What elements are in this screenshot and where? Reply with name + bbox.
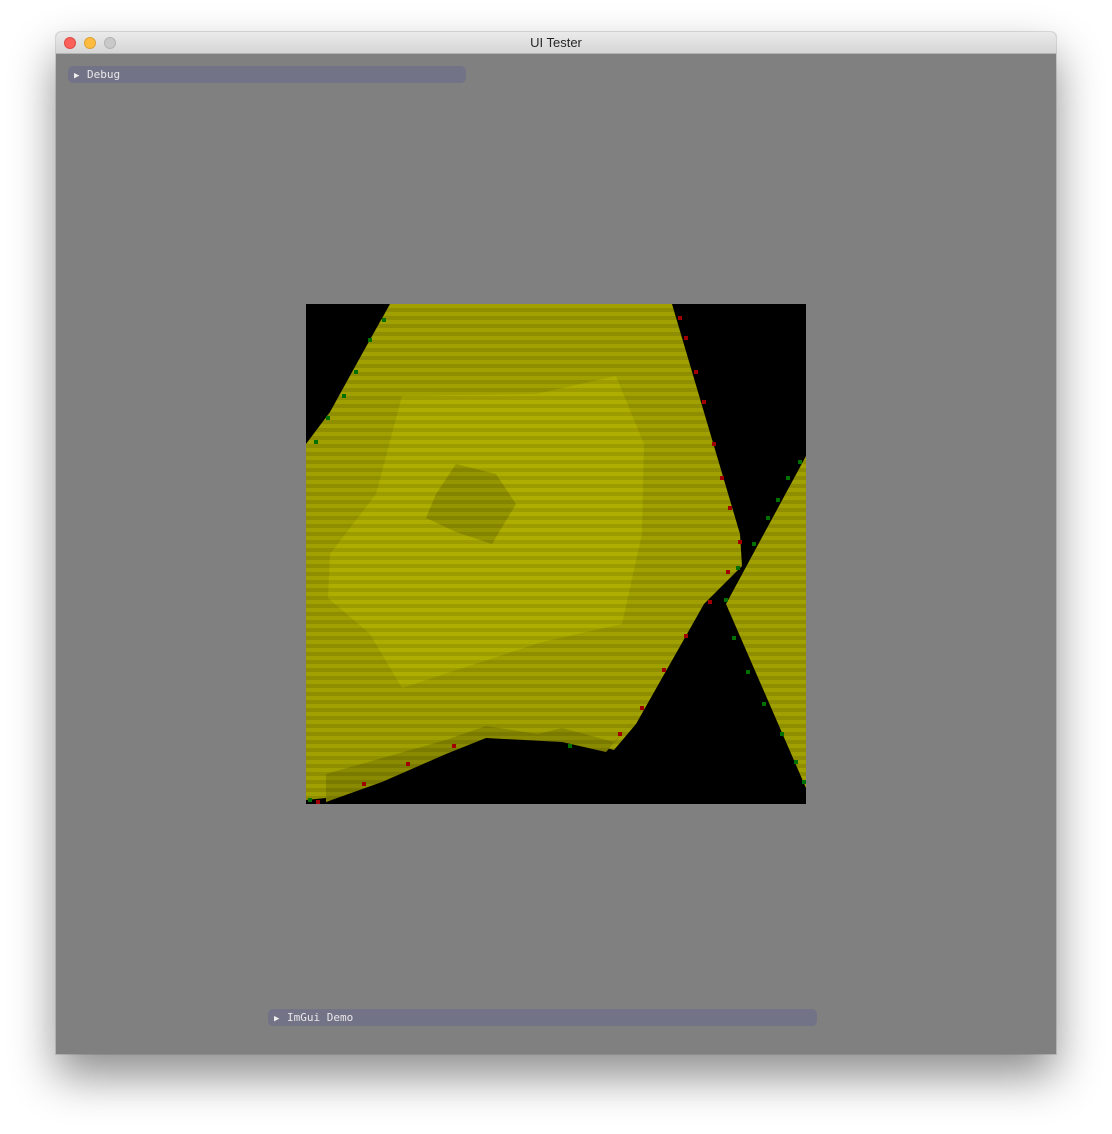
app-window: UI Tester ▶ Debug ▶ ImGui Demo (56, 32, 1056, 1054)
arrow-right-icon: ▶ (74, 71, 80, 81)
render-viewport[interactable] (306, 304, 806, 804)
debug-header-label: Debug (87, 68, 121, 81)
imgui-demo-header-label: ImGui Demo (287, 1011, 354, 1024)
imgui-demo-collapsing-header[interactable]: ▶ ImGui Demo (268, 1009, 817, 1026)
rendered-scene-image (306, 304, 806, 804)
arrow-right-icon: ▶ (274, 1014, 280, 1024)
title-bar[interactable]: UI Tester (56, 32, 1056, 54)
window-title: UI Tester (530, 35, 582, 50)
debug-collapsing-header[interactable]: ▶ Debug (68, 66, 466, 83)
